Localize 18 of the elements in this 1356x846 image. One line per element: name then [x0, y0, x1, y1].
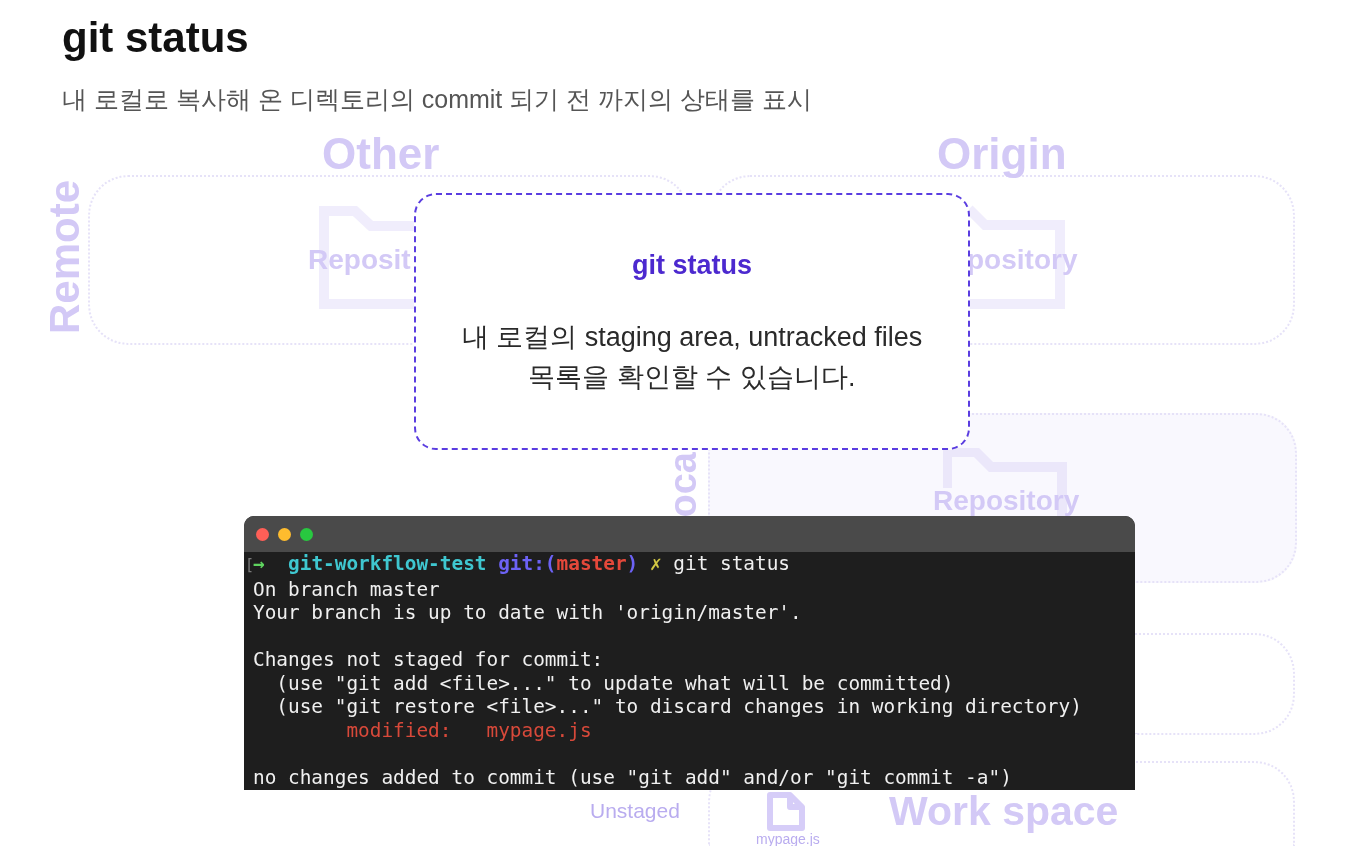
terminal-line: (use "git add <file>..." to update what will be committed): [275, 671, 954, 695]
maximize-icon[interactable]: [300, 527, 313, 541]
page-title: git status: [62, 15, 249, 61]
terminal-line: Changes not staged for commit:: [253, 648, 604, 672]
callout-text: 내 로컬의 staging area, untracked files 목록을 확인할 수 있습니다.: [461, 321, 923, 394]
page-subtitle: 내 로컬로 복사해 온 디렉토리의 commit 되기 전 까지의 상태를 표시: [62, 84, 812, 115]
file-name: mypage.js: [756, 832, 820, 846]
terminal-line: Your branch is up to date with 'origin/master'.: [253, 601, 802, 625]
close-icon[interactable]: [256, 527, 269, 541]
minimize-icon[interactable]: [278, 527, 291, 541]
callout-title: git status: [632, 249, 752, 281]
terminal-line: (use "git restore <file>..." to discard changes in working directory): [275, 695, 1082, 719]
terminal-line: [→ git-workflow-test git:(master) ✗ git status: [245, 552, 791, 577]
terminal-line: no changes added to commit (use "git add" and/or "git commit -a"): [253, 765, 1012, 789]
terminal-line: modified: mypage.js: [345, 718, 592, 742]
terminal-line: On branch master: [253, 577, 440, 601]
file-icon: [767, 792, 805, 831]
area-label: Unstaged: [590, 800, 680, 821]
